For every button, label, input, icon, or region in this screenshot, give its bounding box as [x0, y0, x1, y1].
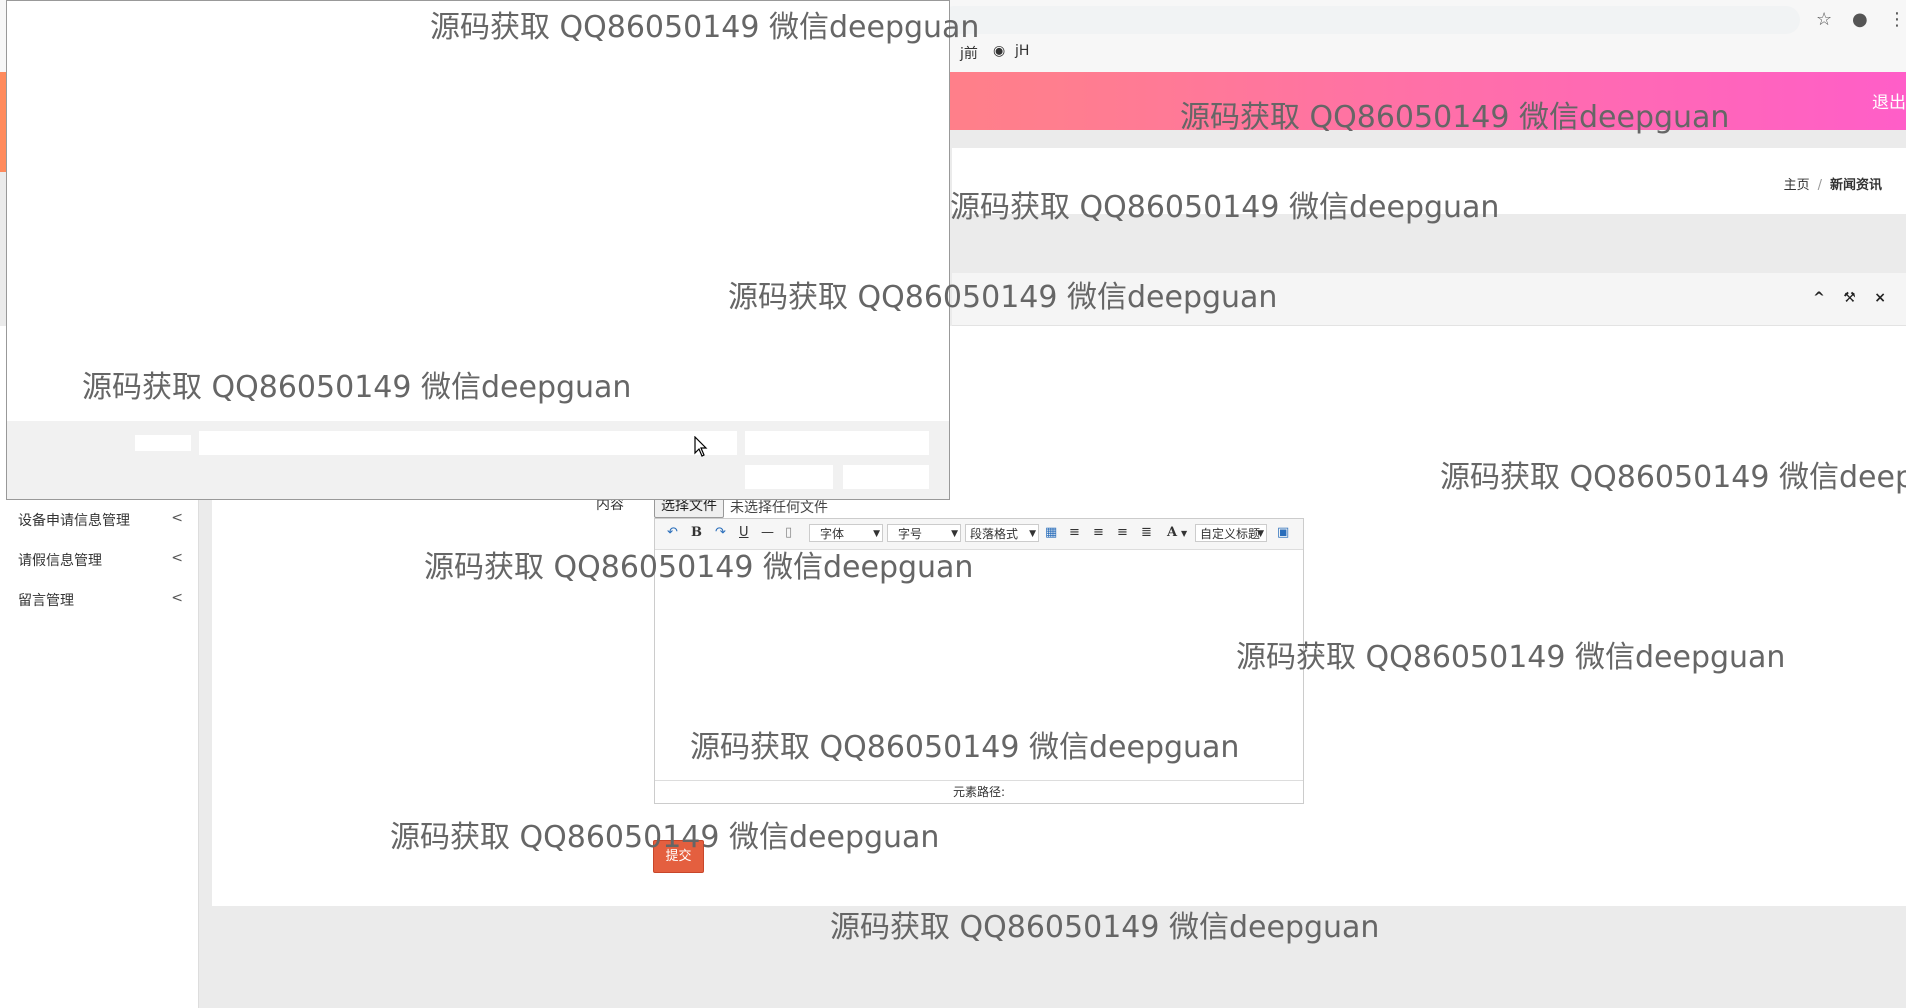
sidebar-item-messages[interactable]: 留言管理 <	[18, 590, 183, 610]
overlay-footer	[7, 421, 949, 499]
close-icon[interactable]: ×	[1874, 290, 1886, 306]
watermark-text: 源码获取 QQ86050149 微信deepguan	[82, 370, 632, 405]
breadcrumb: 主页 / 新闻资讯	[1784, 174, 1882, 193]
address-bar[interactable]	[940, 6, 1800, 34]
globe-icon: ◉	[993, 43, 1006, 59]
bookmark-item[interactable]: jH	[1015, 43, 1029, 59]
sidebar-item-label: 设备申请信息管理	[18, 513, 130, 529]
bookmark-item[interactable]: j前	[960, 43, 978, 63]
chevron-left-icon: <	[171, 550, 183, 566]
custom-heading-select[interactable]: 自定义标题 ▼	[1195, 524, 1267, 542]
chevron-down-icon: ▼	[1029, 529, 1036, 539]
chevron-down-icon[interactable]: ▼	[1181, 529, 1187, 538]
watermark-text: 源码获取 QQ86050149 微信deepguan	[430, 10, 980, 45]
align-justify-icon[interactable]: ≣	[1141, 525, 1152, 540]
collapse-icon[interactable]: ^	[1813, 290, 1825, 306]
watermark-text: 源码获取 QQ86050149 微信deepguan	[728, 280, 1278, 315]
table-icon[interactable]: ▦	[1045, 525, 1057, 540]
chevron-down-icon: ▼	[951, 529, 958, 539]
overlay-field[interactable]	[745, 431, 929, 455]
chevron-down-icon: ▼	[1257, 529, 1264, 539]
custom-heading-value: 自定义标题	[1200, 527, 1261, 541]
overlay-field[interactable]	[843, 465, 929, 489]
font-family-value: 字体	[820, 527, 845, 541]
font-size-value: 字号	[898, 527, 923, 541]
align-right-icon[interactable]: ≡	[1093, 525, 1104, 540]
overlay-field[interactable]	[745, 465, 833, 489]
overlay-window	[6, 0, 950, 500]
element-path: 元素路径:	[952, 785, 1006, 799]
account-icon[interactable]: ●	[1852, 9, 1868, 31]
underline-button[interactable]: U	[739, 525, 749, 540]
page-icon[interactable]: ▯	[785, 525, 792, 540]
watermark-text: 源码获取 QQ86050149 微信deepguan	[830, 910, 1380, 945]
watermark-text: 源码获取 QQ86050149 微信deepguan	[1180, 100, 1730, 135]
sidebar-item-label: 请假信息管理	[18, 553, 102, 569]
align-left-icon[interactable]: ≡	[1069, 525, 1080, 540]
font-size-select[interactable]: 字号 ▼	[887, 524, 961, 542]
fullscreen-icon[interactable]: ▣	[1277, 525, 1289, 540]
chevron-down-icon: ▼	[873, 529, 880, 539]
breadcrumb-home[interactable]: 主页	[1784, 178, 1810, 193]
watermark-text: 源码获取 QQ86050149 微信deep	[1440, 460, 1906, 495]
chevron-left-icon: <	[171, 510, 183, 526]
panel-tools: ^ ⚒ ×	[1799, 290, 1886, 306]
watermark-text: 源码获取 QQ86050149 微信deepguan	[690, 730, 1240, 765]
overlay-field[interactable]	[199, 431, 737, 455]
horizontal-rule-icon[interactable]: —	[761, 525, 774, 540]
overlay-field[interactable]	[135, 435, 191, 451]
font-color-button[interactable]: A	[1167, 525, 1177, 540]
paragraph-select[interactable]: 段落格式 ▼	[965, 524, 1039, 542]
watermark-text: 源码获取 QQ86050149 微信deepguan	[950, 190, 1500, 225]
paragraph-value: 段落格式	[970, 527, 1019, 541]
align-center-icon[interactable]: ≡	[1117, 525, 1128, 540]
watermark-text: 源码获取 QQ86050149 微信deepguan	[1236, 640, 1786, 675]
undo-icon[interactable]: ↶	[667, 525, 678, 540]
bold-button[interactable]: B	[691, 525, 702, 540]
font-family-select[interactable]: 字体 ▼	[809, 524, 883, 542]
chevron-left-icon: <	[171, 590, 183, 606]
watermark-text: 源码获取 QQ86050149 微信deepguan	[390, 820, 940, 855]
star-icon[interactable]: ☆	[1816, 9, 1832, 31]
sidebar-item-leave[interactable]: 请假信息管理 <	[18, 550, 183, 570]
sidebar-item-device-application[interactable]: 设备申请信息管理 <	[18, 510, 183, 530]
menu-dots-icon[interactable]: ⋮	[1888, 9, 1906, 31]
wrench-icon[interactable]: ⚒	[1843, 290, 1856, 306]
editor-status-bar: 元素路径:	[655, 780, 1303, 803]
watermark-text: 源码获取 QQ86050149 微信deepguan	[424, 550, 974, 585]
breadcrumb-current: 新闻资讯	[1829, 178, 1882, 193]
sidebar-item-label: 留言管理	[18, 593, 74, 609]
breadcrumb-separator: /	[1817, 178, 1822, 193]
logout-link[interactable]: 退出	[1872, 88, 1906, 113]
redo-icon[interactable]: ↷	[715, 525, 726, 540]
file-status: 未选择任何文件	[730, 500, 828, 516]
